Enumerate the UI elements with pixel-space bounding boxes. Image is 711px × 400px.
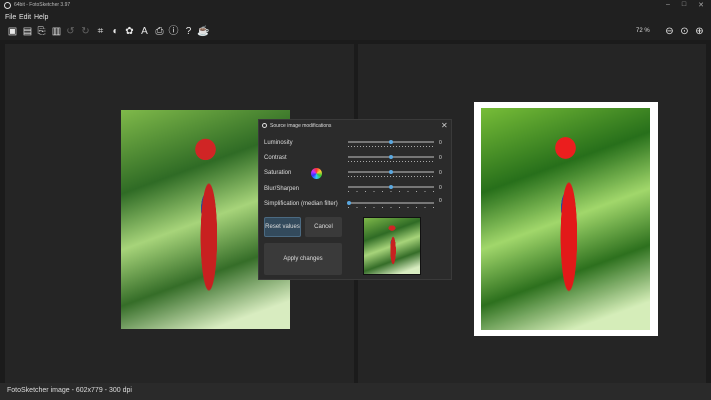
zoom-in-icon[interactable]: ⊕ [693,25,706,38]
simplification-value: 0 [439,198,442,204]
blur-sharpen-slider[interactable] [348,185,434,189]
slider-thumb[interactable] [389,155,393,159]
dialog-title: Source image modifications [270,123,332,129]
app-logo-icon [4,2,11,9]
close-button[interactable]: ✕ [694,1,708,9]
luminosity-value: 0 [439,140,442,146]
dialog-close-button[interactable]: ✕ [441,121,448,130]
paste-icon[interactable]: ▥ [50,25,63,38]
coffee-icon[interactable]: ☕ [197,25,210,38]
info-icon[interactable]: ⓘ [167,25,180,38]
saturation-value: 0 [439,170,442,176]
apply-changes-button[interactable]: Apply changes [264,243,342,275]
window-title: 64bit - FotoSketcher 3.97 [14,2,71,8]
luminosity-slider[interactable] [348,140,434,144]
status-bar: FotoSketcher image - 602x779 - 300 dpi [0,383,711,400]
blur-sharpen-label: Blur/Sharpen [264,186,300,192]
zoom-level: 72 % [636,28,650,34]
zoom-fit-icon[interactable]: ⊙ [678,25,691,38]
slider-thumb[interactable] [389,170,393,174]
slider-ticks [348,161,434,162]
blur-sharpen-value: 0 [439,185,442,191]
result-image [481,108,650,330]
open-image-icon[interactable]: ▣ [6,25,19,38]
title-bar: 64bit - FotoSketcher 3.97 – □ ✕ [0,0,711,12]
luminosity-label: Luminosity [264,140,293,146]
simplification-label: Simplification (median filter) [264,201,338,207]
simplification-slider[interactable] [347,201,434,205]
save-icon[interactable]: ▤ [21,25,34,38]
toolbar: ▣ ▤ ⎘ ▥ ↺ ↻ ⌗ ◐ ✿ A ⎙ ⓘ ? ☕ 72 % ⊖ ⊙ ⊕ [0,24,711,40]
slider-ticks [348,176,434,177]
contrast-slider[interactable] [348,155,434,159]
menu-edit[interactable]: Edit [19,14,31,21]
help-icon[interactable]: ? [182,25,195,38]
slider-ticks [348,146,434,147]
reset-values-button[interactable]: Reset values [264,217,301,237]
menu-bar: File Edit Help [0,12,711,24]
print-icon[interactable]: ⎙ [153,25,166,38]
slider-ticks [348,207,434,208]
rotate-right-icon[interactable]: ↻ [79,25,92,38]
contrast-label: Contrast [264,155,287,161]
maximize-button[interactable]: □ [677,1,691,8]
saturation-slider[interactable] [348,170,434,174]
color-wheel-icon[interactable] [311,168,322,179]
text-icon[interactable]: A [138,25,151,38]
rotate-left-icon[interactable]: ↺ [64,25,77,38]
copy-icon[interactable]: ⎘ [35,25,48,38]
palette-icon[interactable]: ✿ [123,25,136,38]
menu-file[interactable]: File [5,14,16,21]
status-text: FotoSketcher image - 602x779 - 300 dpi [7,387,132,394]
slider-thumb[interactable] [389,185,393,189]
zoom-out-icon[interactable]: ⊖ [663,25,676,38]
minimize-button[interactable]: – [661,1,675,8]
source-modifications-dialog: Source image modifications ✕ Luminosity … [258,119,452,280]
contrast-icon[interactable]: ◐ [109,25,122,38]
slider-thumb[interactable] [347,201,351,205]
dialog-icon [262,123,267,128]
crop-icon[interactable]: ⌗ [94,25,107,38]
saturation-label: Saturation [264,170,292,176]
cancel-button[interactable]: Cancel [305,217,342,237]
preview-thumbnail [363,217,421,275]
contrast-value: 0 [439,155,442,161]
slider-thumb[interactable] [389,140,393,144]
menu-help[interactable]: Help [34,14,48,21]
slider-ticks [348,191,434,192]
